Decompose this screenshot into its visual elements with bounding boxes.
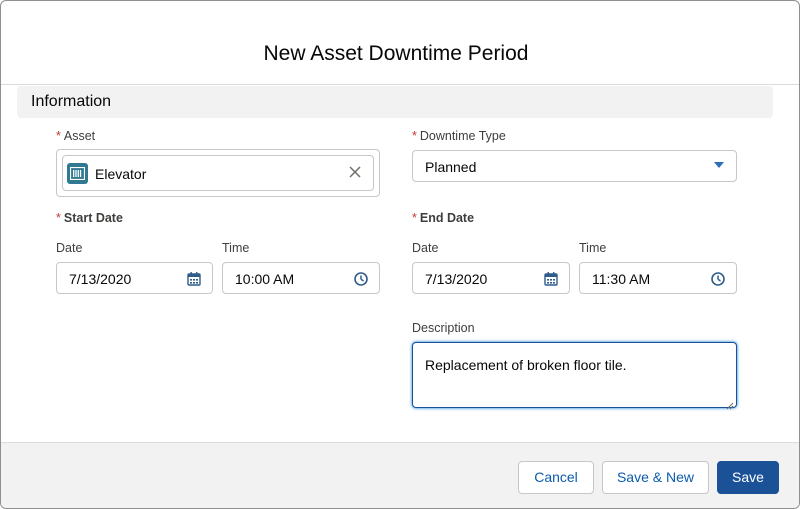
asset-value: Elevator xyxy=(95,166,147,182)
cancel-button[interactable]: Cancel xyxy=(518,461,594,494)
asset-label: * Asset xyxy=(56,129,96,143)
start-time-input[interactable]: 10:00 AM xyxy=(222,262,380,294)
end-time-sublabel: Time xyxy=(579,241,607,255)
modal: New Asset Downtime Period Information * A… xyxy=(0,0,800,509)
calendar-icon[interactable] xyxy=(543,271,559,287)
chevron-down-icon xyxy=(714,162,724,168)
modal-footer: Cancel Save & New Save xyxy=(1,442,799,508)
calendar-icon[interactable] xyxy=(186,271,202,287)
end-date-value: 7/13/2020 xyxy=(425,271,488,287)
asset-lookup[interactable]: Elevator xyxy=(56,149,380,197)
start-date-input[interactable]: 7/13/2020 xyxy=(56,262,213,294)
clock-icon[interactable] xyxy=(710,271,726,287)
required-marker: * xyxy=(56,211,61,225)
start-time-value: 10:00 AM xyxy=(235,271,295,287)
save-button[interactable]: Save xyxy=(717,461,779,494)
start-time-sublabel: Time xyxy=(222,241,250,255)
asset-pill[interactable]: Elevator xyxy=(62,155,374,191)
required-marker: * xyxy=(56,129,61,143)
clock-icon[interactable] xyxy=(353,271,369,287)
resize-handle-icon[interactable] xyxy=(726,397,734,410)
end-date-label: * End Date xyxy=(412,211,475,225)
end-time-input[interactable]: 11:30 AM xyxy=(579,262,737,294)
save-and-new-button[interactable]: Save & New xyxy=(602,461,709,494)
asset-icon xyxy=(67,163,88,184)
description-value: Replacement of broken floor tile. xyxy=(425,357,627,373)
start-date-sublabel: Date xyxy=(56,241,83,255)
downtime-type-label: * Downtime Type xyxy=(412,129,506,143)
required-marker: * xyxy=(412,129,417,143)
modal-title: New Asset Downtime Period xyxy=(263,42,529,65)
downtime-type-value: Planned xyxy=(425,159,477,175)
section-header[interactable]: Information xyxy=(17,86,773,118)
start-date-label: * Start Date xyxy=(56,211,123,225)
modal-header: New Asset Downtime Period xyxy=(1,1,799,85)
section-title: Information xyxy=(31,93,112,110)
description-textarea[interactable]: Replacement of broken floor tile. xyxy=(412,342,737,410)
end-date-input[interactable]: 7/13/2020 xyxy=(412,262,570,294)
close-icon[interactable] xyxy=(347,164,363,180)
downtime-type-select[interactable]: Planned xyxy=(412,150,737,182)
end-date-sublabel: Date xyxy=(412,241,439,255)
description-label: Description xyxy=(412,321,475,335)
start-date-value: 7/13/2020 xyxy=(69,271,132,287)
end-time-value: 11:30 AM xyxy=(592,271,651,287)
required-marker: * xyxy=(412,211,417,225)
